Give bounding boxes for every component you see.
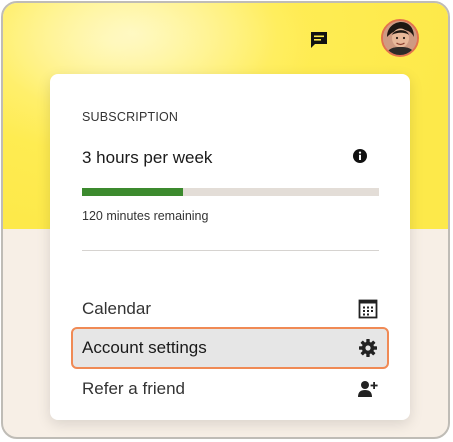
- minutes-remaining: 120 minutes remaining: [82, 209, 209, 223]
- plan-name: 3 hours per week: [82, 148, 213, 167]
- chat-bubble-icon[interactable]: [309, 30, 329, 50]
- menu-item-account-settings[interactable]: Account settings: [71, 327, 389, 369]
- add-person-icon: [358, 379, 378, 399]
- usage-progress-bar: [82, 188, 379, 196]
- menu-item-label: Refer a friend: [82, 379, 185, 398]
- info-icon[interactable]: [352, 148, 368, 164]
- usage-progress-fill: [82, 188, 183, 196]
- menu-item-label: Account settings: [82, 338, 207, 357]
- menu-item-refer-a-friend[interactable]: Refer a friend: [71, 368, 389, 410]
- subscription-label: SUBSCRIPTION: [82, 110, 179, 124]
- account-menu: SUBSCRIPTION 3 hours per week 120 minute…: [50, 74, 410, 420]
- menu-item-label: Calendar: [82, 299, 151, 318]
- calendar-icon: [358, 299, 378, 319]
- menu-divider: [82, 250, 379, 251]
- menu-item-calendar[interactable]: Calendar: [71, 288, 389, 330]
- gear-icon: [358, 338, 378, 358]
- avatar[interactable]: [381, 19, 419, 57]
- app-window: SUBSCRIPTION 3 hours per week 120 minute…: [1, 1, 450, 439]
